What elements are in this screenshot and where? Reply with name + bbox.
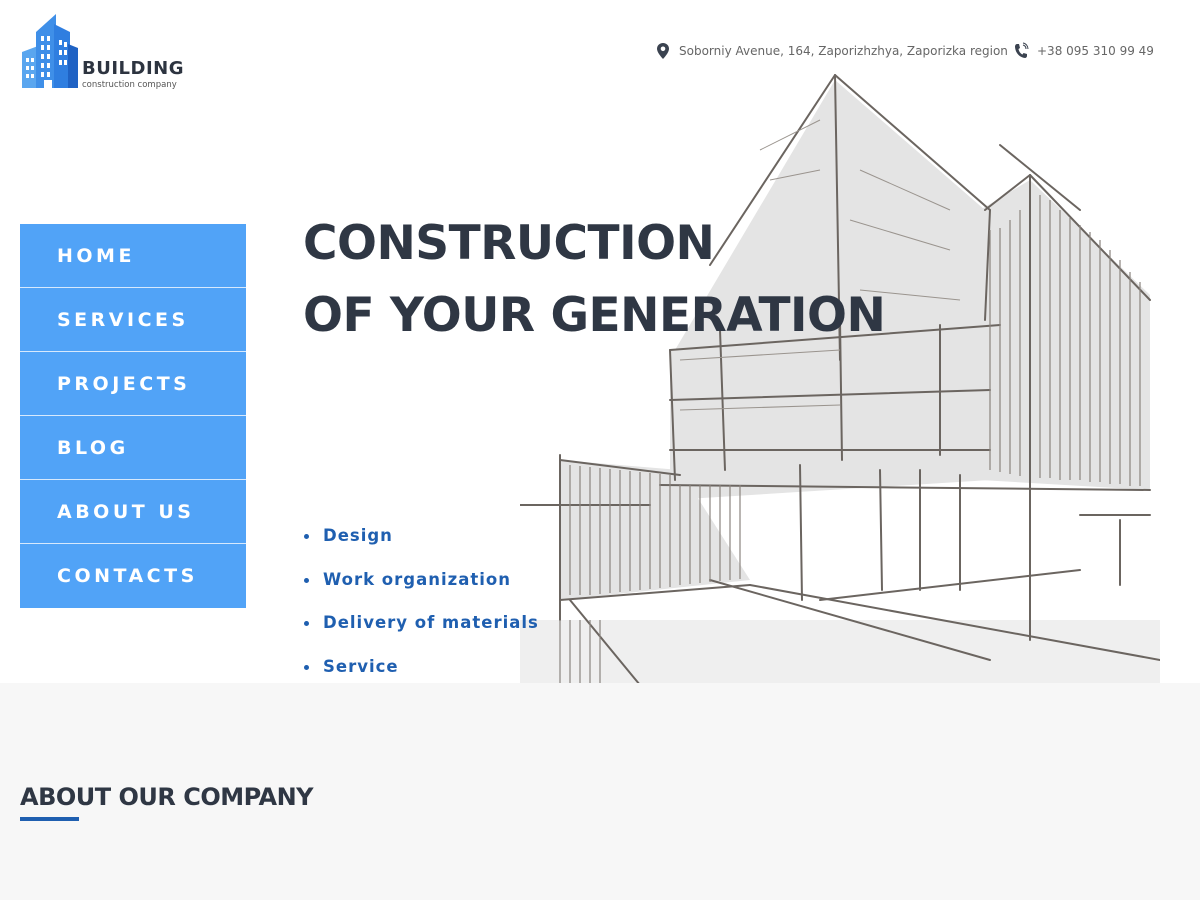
nav-item-services[interactable]: SERVICES: [20, 288, 246, 352]
nav-item-contacts[interactable]: CONTACTS: [20, 544, 246, 608]
logo-tagline: construction company: [82, 80, 177, 90]
map-pin-icon: [657, 43, 669, 59]
building-sketch-illustration: [520, 74, 1160, 683]
main-nav: HOME SERVICES PROJECTS BLOG ABOUT US CON…: [20, 224, 246, 608]
address-text: Soborniy Avenue, 164, Zaporizhzhya, Zapo…: [679, 44, 1008, 58]
nav-item-about-us[interactable]: ABOUT US: [20, 480, 246, 544]
header-phone[interactable]: +38 095 310 99 49: [1013, 42, 1154, 60]
logo-title: BUILDING: [82, 58, 184, 79]
header-address[interactable]: Soborniy Avenue, 164, Zaporizhzhya, Zapo…: [655, 42, 1008, 60]
about-section: ABOUT OUR COMPANY: [0, 683, 1200, 900]
nav-item-projects[interactable]: PROJECTS: [20, 352, 246, 416]
feature-item-service: Service: [303, 653, 539, 684]
feature-item-design: Design: [303, 522, 539, 566]
nav-item-home[interactable]: HOME: [20, 224, 246, 288]
logo[interactable]: BUILDING construction company: [20, 14, 190, 92]
about-title-underline: [20, 817, 79, 821]
feature-item-delivery-of-materials: Delivery of materials: [303, 609, 539, 653]
building-logo-icon: [22, 14, 78, 88]
nav-item-blog[interactable]: BLOG: [20, 416, 246, 480]
features-list: Design Work organization Delivery of mat…: [303, 522, 539, 683]
phone-text: +38 095 310 99 49: [1037, 44, 1154, 58]
about-title: ABOUT OUR COMPANY: [20, 783, 314, 811]
hero-headline-line2: OF YOUR GENERATION: [303, 288, 886, 343]
hero-headline-line1: CONSTRUCTION: [303, 216, 715, 271]
hero-headline: CONSTRUCTION OF YOUR GENERATION: [303, 208, 886, 352]
feature-item-work-organization: Work organization: [303, 566, 539, 610]
hero-section: BUILDING construction company Soborniy A…: [0, 0, 1200, 683]
phone-icon: [1015, 42, 1029, 58]
